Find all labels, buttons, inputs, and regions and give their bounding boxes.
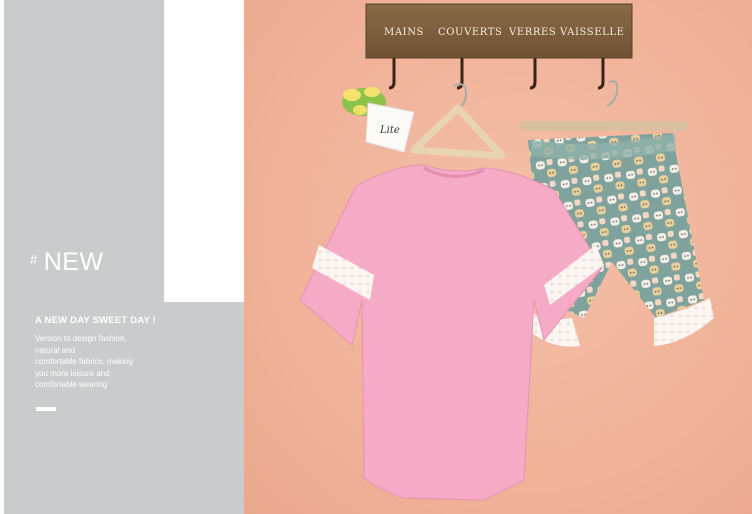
pot-label: Lite (379, 125, 400, 136)
sign-word: VERRES (508, 27, 556, 38)
shirt-hanger (410, 83, 506, 160)
sign-word: COUVERTS (438, 27, 502, 38)
wooden-sign: MAINS COUVERTS VERRES VAISSELLE (365, 3, 633, 90)
sign-word: VAISSELLE (559, 27, 625, 38)
decorative-dash (36, 407, 56, 411)
description-line: natural and (35, 345, 76, 355)
description-line: Version to design fashion, (35, 334, 127, 343)
tagline: A NEW DAY SWEET DAY ! (35, 315, 157, 326)
sign-word: MAINS (384, 27, 424, 38)
description: Version to design fashion, natural and c… (35, 333, 185, 391)
description-line: comfortable wearing (35, 380, 108, 389)
new-heading: # NEW (30, 248, 104, 277)
white-block (164, 0, 244, 300)
description-line: comfortable fabrics, making (35, 357, 133, 366)
description-line: you more leisure and (35, 368, 110, 378)
shorts-hanger (520, 80, 688, 131)
hash-symbol: # (30, 252, 38, 267)
product-photo: MAINS COUVERTS VERRES VAISSELLE Lite (244, 0, 752, 514)
plant-pot: Lite (342, 87, 415, 153)
photo-illustration: MAINS COUVERTS VERRES VAISSELLE Lite (299, 3, 714, 501)
new-title: NEW (43, 248, 104, 276)
